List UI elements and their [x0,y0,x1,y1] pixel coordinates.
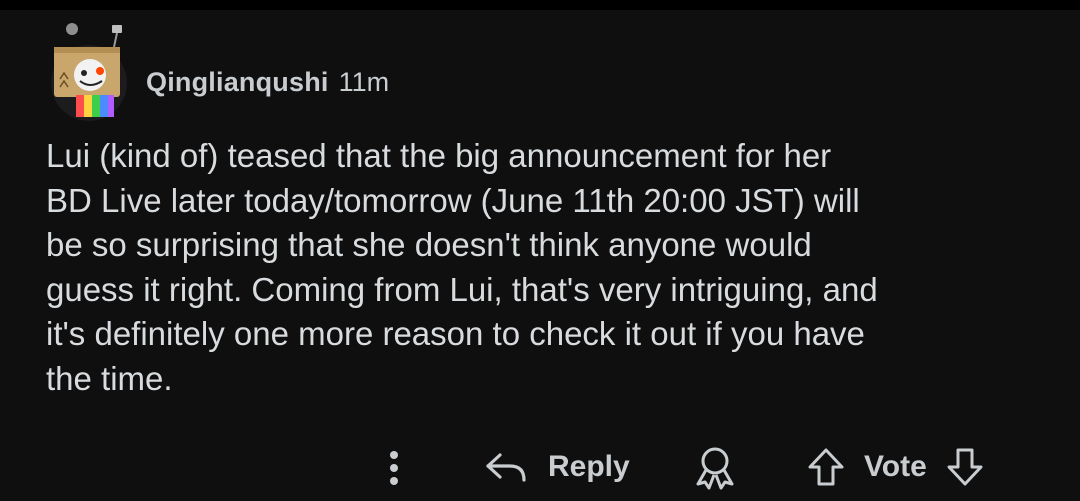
award-button[interactable] [692,444,738,490]
comment-line: guess it right. Coming from Lui, that's … [46,270,878,308]
user-avatar[interactable] [46,21,132,121]
award-icon [696,447,734,490]
comment-card: Qinglianqushi 11m Lui (kind of) teased t… [0,10,1080,501]
reply-arrow-icon [486,453,526,482]
upvote-arrow-icon[interactable] [806,446,846,488]
vote-label: Vote [864,450,927,483]
timestamp: 11m [338,66,390,97]
reply-button[interactable]: Reply [484,444,630,490]
comment-actions: Reply Vote [0,436,1080,498]
comment-body: Lui (kind of) teased that the big announ… [46,134,1046,401]
username[interactable]: Qinglianqushi [146,67,329,98]
more-vertical-icon [390,451,398,485]
comment-header: Qinglianqushi 11m [46,10,389,130]
comment-line: be so surprising that she doesn't think … [46,226,812,263]
vote-controls: Vote [806,444,985,490]
comment-line: Lui (kind of) teased that the big announ… [46,137,832,174]
downvote-arrow-icon[interactable] [945,446,985,488]
comment-meta: Qinglianqushi 11m [146,67,389,98]
comment-line: it's definitely one more reason to check… [46,315,865,352]
comment-line: the time. [46,359,173,397]
top-bar [0,0,1080,10]
reply-label: Reply [548,450,630,483]
more-options-button[interactable] [382,448,406,488]
avatar-icon [51,23,127,121]
comment-line: BD Live later today/tomorrow (June 11th … [46,181,860,219]
